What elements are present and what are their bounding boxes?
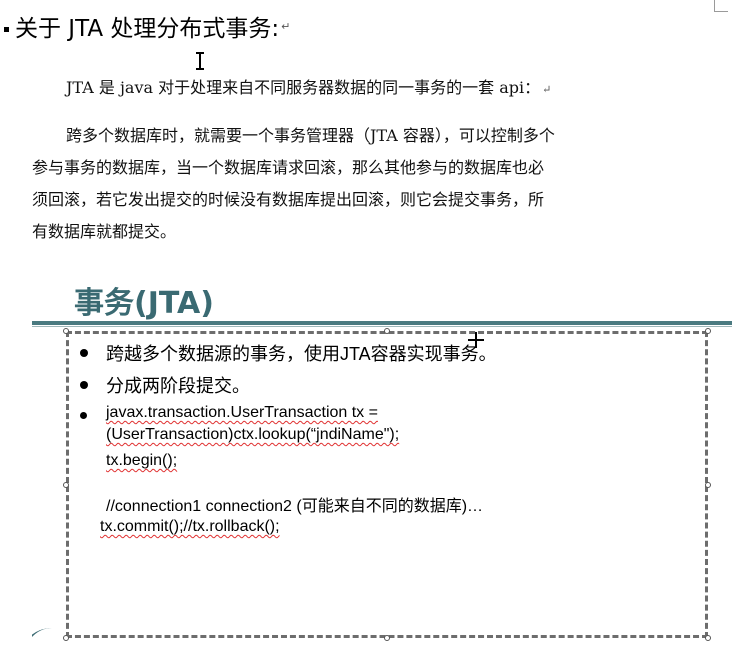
paragraph-intro: JTA 是 java 对于处理来自不同服务器数据的同一事务的一套 api： ↵ bbox=[66, 74, 551, 98]
paragraph-line: 跨多个数据库时，就需要一个事务管理器（JTA 容器），可以控制多个 bbox=[66, 126, 555, 145]
paragraph-text: JTA 是 java 对于处理来自不同服务器数据的同一事务的一套 api： bbox=[66, 78, 541, 97]
resize-handle-top[interactable] bbox=[384, 328, 390, 334]
embedded-slide[interactable]: 事务(JTA) 跨越多个数据源的事务，使用JTA容器实现事务。 分成两阶段提交。 bbox=[32, 276, 732, 667]
code-line: tx.begin(); bbox=[106, 452, 178, 469]
paragraph-line: 须回滚，若它发出提交的时候没有数据库提出回滚，则它会提交事务，所 bbox=[32, 190, 545, 209]
document-page: 关于 JTA 处理分布式事务: ↵ JTA 是 java 对于处理来自不同服务器数… bbox=[0, 0, 732, 667]
paragraph-line: 有数据库就都提交。 bbox=[32, 222, 177, 241]
heading-text: 关于 JTA 处理分布式事务: bbox=[15, 16, 280, 42]
slide-title-rule bbox=[32, 321, 732, 325]
resize-handle-bottom[interactable] bbox=[384, 635, 390, 641]
code-line: //connection1 connection2 (可能来自不同的数据库)… bbox=[106, 498, 484, 515]
paragraph-mark-icon: ↵ bbox=[542, 83, 552, 96]
slide-title: 事务(JTA) bbox=[74, 286, 214, 321]
resize-handle-bottom-right[interactable] bbox=[705, 635, 711, 641]
code-line: (UserTransaction)ctx.lookup(“jndiName"); bbox=[106, 426, 400, 443]
resize-handle-right[interactable] bbox=[705, 482, 711, 488]
resize-handle-bottom-left[interactable] bbox=[63, 635, 69, 641]
slide-title-rule-thin bbox=[32, 326, 732, 327]
bullet-text: 分成两阶段提交。 bbox=[106, 376, 250, 396]
paragraph-mark-icon: ↵ bbox=[281, 19, 291, 33]
paragraph-description: 跨多个数据库时，就需要一个事务管理器（JTA 容器），可以控制多个 参与事务的数… bbox=[32, 120, 555, 248]
bullet-icon bbox=[80, 412, 87, 419]
resize-handle-top-right[interactable] bbox=[705, 328, 711, 334]
bullet-text: javax.transaction.UserTransaction tx = bbox=[106, 404, 378, 421]
bullet-icon bbox=[80, 349, 88, 357]
resize-handle-left[interactable] bbox=[63, 482, 69, 488]
section-heading: 关于 JTA 处理分布式事务: ↵ bbox=[4, 10, 290, 42]
paragraph-line: 参与事务的数据库，当一个数据库请求回滚，那么其他参与的数据库也必 bbox=[32, 158, 545, 177]
code-line: tx.commit();//tx.rollback(); bbox=[100, 518, 280, 535]
bullet-text: 跨越多个数据源的事务，使用JTA容器实现事务。 bbox=[106, 344, 497, 364]
text-cursor-icon bbox=[196, 52, 204, 70]
resize-handle-top-left[interactable] bbox=[63, 328, 69, 334]
bullet-icon bbox=[4, 26, 9, 32]
page-corner-mark bbox=[714, 11, 728, 12]
bullet-icon bbox=[80, 381, 88, 389]
